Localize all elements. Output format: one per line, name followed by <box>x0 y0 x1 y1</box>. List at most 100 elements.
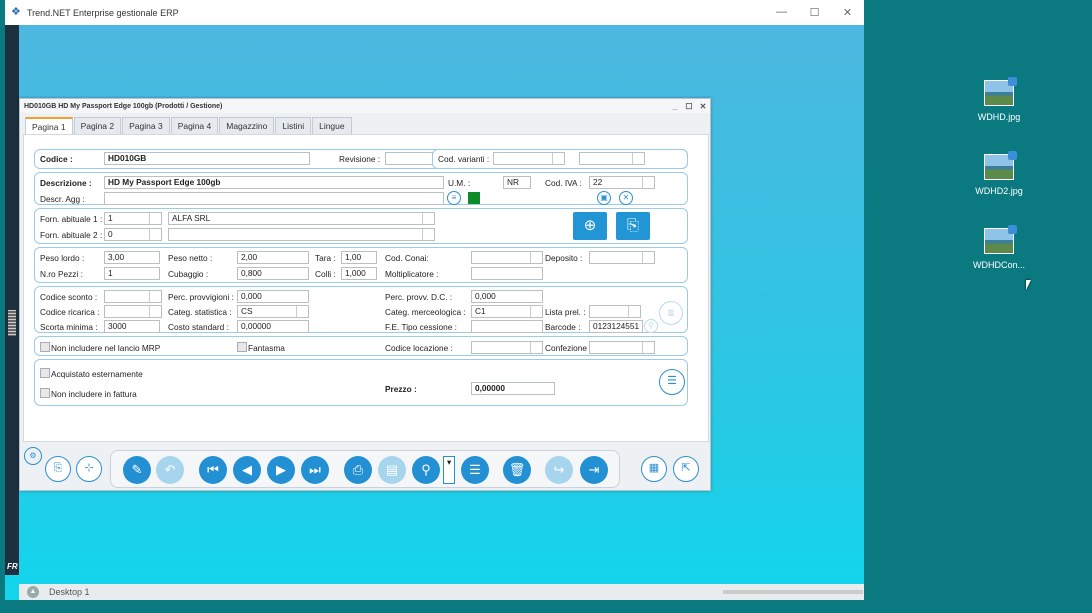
desktop-icon-wdhdcon[interactable]: WDHDCon... <box>964 225 1034 270</box>
new-record-icon[interactable]: ✎ <box>123 456 151 484</box>
cod-varianti-field[interactable] <box>493 152 565 165</box>
tab-pagina-2[interactable]: Pagina 2 <box>73 117 122 134</box>
previous-record-icon[interactable]: ◀ <box>233 456 261 484</box>
forn1-field[interactable]: 1 <box>104 212 162 225</box>
edit-document-icon[interactable]: ⎙ <box>344 456 372 484</box>
categ-merc-field[interactable]: C1 <box>471 305 543 318</box>
codice-label: Codice : <box>40 154 73 164</box>
nro-pezzi-field[interactable]: 1 <box>104 267 160 280</box>
colli-field[interactable]: 1,000 <box>341 267 377 280</box>
codice-field[interactable]: HD010GB <box>104 152 310 165</box>
codice-ricarica-field[interactable] <box>104 305 162 318</box>
um-field[interactable]: NR <box>503 176 531 189</box>
forn1-name-field[interactable]: ALFA SRL <box>168 212 435 225</box>
fe-tipo-field[interactable] <box>471 320 543 333</box>
peso-lordo-label: Peso lordo : <box>40 253 85 263</box>
cod-iva-field[interactable]: 22 <box>589 176 655 189</box>
categ-stat-field[interactable]: CS <box>237 305 309 318</box>
group-pesi: Peso lordo : 3,00 Peso netto : 2,00 Tara… <box>34 247 688 283</box>
dialog-minimize-button[interactable]: _ <box>668 102 682 111</box>
first-record-icon[interactable]: ⏮ <box>199 456 227 484</box>
peso-netto-field[interactable]: 2,00 <box>237 251 309 264</box>
hierarchy-icon[interactable]: ⊹ <box>76 456 102 482</box>
tab-listini[interactable]: Listini <box>275 117 312 134</box>
perc-provv-field[interactable]: 0,000 <box>237 290 309 303</box>
desktop-icon-wdhd[interactable]: WDHD.jpg <box>964 77 1034 122</box>
last-record-icon[interactable]: ⏭ <box>301 456 329 484</box>
deposito-field[interactable] <box>589 251 655 264</box>
desktop-label: Desktop 1 <box>49 587 90 597</box>
list-icon[interactable]: ≡ <box>447 191 461 205</box>
delete-icon[interactable]: 🗑 <box>503 456 531 484</box>
horizontal-scrollbar[interactable] <box>723 590 863 594</box>
codice-ricarica-label: Codice ricarica : <box>40 307 100 317</box>
prezzo-field[interactable]: 0,00000 <box>471 382 555 395</box>
confezione-field[interactable] <box>589 341 655 354</box>
unlink-icon[interactable]: ✕ <box>619 191 633 205</box>
forn2-name-field[interactable] <box>168 228 435 241</box>
close-button[interactable]: ✕ <box>831 6 864 19</box>
document-search-button[interactable]: ⎘ <box>616 212 650 240</box>
next-record-icon[interactable]: ▶ <box>267 456 295 484</box>
fantasma-label: Fantasma <box>248 343 285 353</box>
tab-pagina-4[interactable]: Pagina 4 <box>170 117 219 134</box>
acquistato-checkbox[interactable] <box>40 368 50 378</box>
lista-prel-field[interactable] <box>589 305 641 318</box>
forn2-field[interactable]: 0 <box>104 228 162 241</box>
non-fattura-label: Non includere in fattura <box>51 389 137 399</box>
tab-lingue[interactable]: Lingue <box>312 117 352 134</box>
fantasma-checkbox[interactable] <box>237 342 247 352</box>
barcode-icon[interactable]: ▥ <box>659 301 683 325</box>
descrizione-field[interactable]: HD My Passport Edge 100gb <box>104 176 444 189</box>
splitter-grip[interactable] <box>8 310 16 336</box>
undo-icon[interactable]: ↶ <box>156 456 184 484</box>
copy-icon[interactable]: ⎘ <box>45 456 71 482</box>
non-fattura-checkbox[interactable] <box>40 388 50 398</box>
search-icon[interactable]: ⚲ <box>412 456 440 484</box>
tab-pagina-1[interactable]: Pagina 1 <box>25 117 73 134</box>
cod-varianti-2-field[interactable] <box>579 152 645 165</box>
peso-lordo-field[interactable]: 3,00 <box>104 251 160 264</box>
codice-sconto-label: Codice sconto : <box>40 292 98 302</box>
color-swatch[interactable] <box>468 192 480 204</box>
save-icon[interactable]: ▤ <box>378 456 406 484</box>
descr-agg-field[interactable] <box>104 192 444 205</box>
barcode-field[interactable]: 0123124551 <box>589 320 643 333</box>
cod-iva-label: Cod. IVA : <box>545 178 582 188</box>
maximize-button[interactable]: ☐ <box>798 6 831 19</box>
export-icon[interactable]: ⇱ <box>673 456 699 482</box>
chevron-up-icon[interactable]: ▲ <box>27 586 39 598</box>
perc-provv-dc-field[interactable]: 0,000 <box>471 290 543 303</box>
cod-locazione-label: Codice locazione : <box>385 343 453 353</box>
search-dropdown-icon[interactable]: ▾ <box>443 456 455 484</box>
image-icon[interactable]: ▣ <box>597 191 611 205</box>
scorta-min-field[interactable]: 3000 <box>104 320 160 333</box>
price-list-icon[interactable]: ☰ <box>659 369 685 395</box>
image-file-icon <box>984 77 1017 106</box>
cod-locazione-field[interactable] <box>471 341 543 354</box>
codice-sconto-field[interactable] <box>104 290 162 303</box>
non-mrp-checkbox[interactable] <box>40 342 50 352</box>
cod-conai-field[interactable] <box>471 251 543 264</box>
group-codici: Codice sconto : Perc. provvigioni : 0,00… <box>34 286 688 333</box>
add-supplier-button[interactable]: ⊕ <box>573 212 607 240</box>
forward-icon[interactable]: ↪ <box>545 456 573 484</box>
moltiplicatore-field[interactable] <box>471 267 543 280</box>
dialog-maximize-button[interactable]: ☐ <box>682 102 696 111</box>
tara-field[interactable]: 1,00 <box>341 251 377 264</box>
data-grid-icon[interactable]: ▦ <box>641 456 667 482</box>
desktop-icon-wdhd2[interactable]: WDHD2.jpg <box>964 151 1034 196</box>
tab-pagina-3[interactable]: Pagina 3 <box>122 117 170 134</box>
list-view-icon[interactable]: ☰ <box>461 456 489 484</box>
revisione-field[interactable] <box>385 152 433 165</box>
link-icon[interactable]: ⚲ <box>644 319 658 333</box>
tab-magazzino[interactable]: Magazzino <box>219 117 275 134</box>
settings-icon[interactable]: ⚙ <box>24 447 42 465</box>
dialog-close-button[interactable]: ✕ <box>696 102 710 111</box>
group-mrp: Non includere nel lancio MRP Fantasma Co… <box>34 336 688 356</box>
nro-pezzi-label: N.ro Pezzi : <box>40 269 83 279</box>
exit-icon[interactable]: ⇥ <box>580 456 608 484</box>
cubaggio-field[interactable]: 0,800 <box>237 267 309 280</box>
costo-std-field[interactable]: 0,00000 <box>237 320 309 333</box>
minimize-button[interactable]: — <box>765 6 798 19</box>
